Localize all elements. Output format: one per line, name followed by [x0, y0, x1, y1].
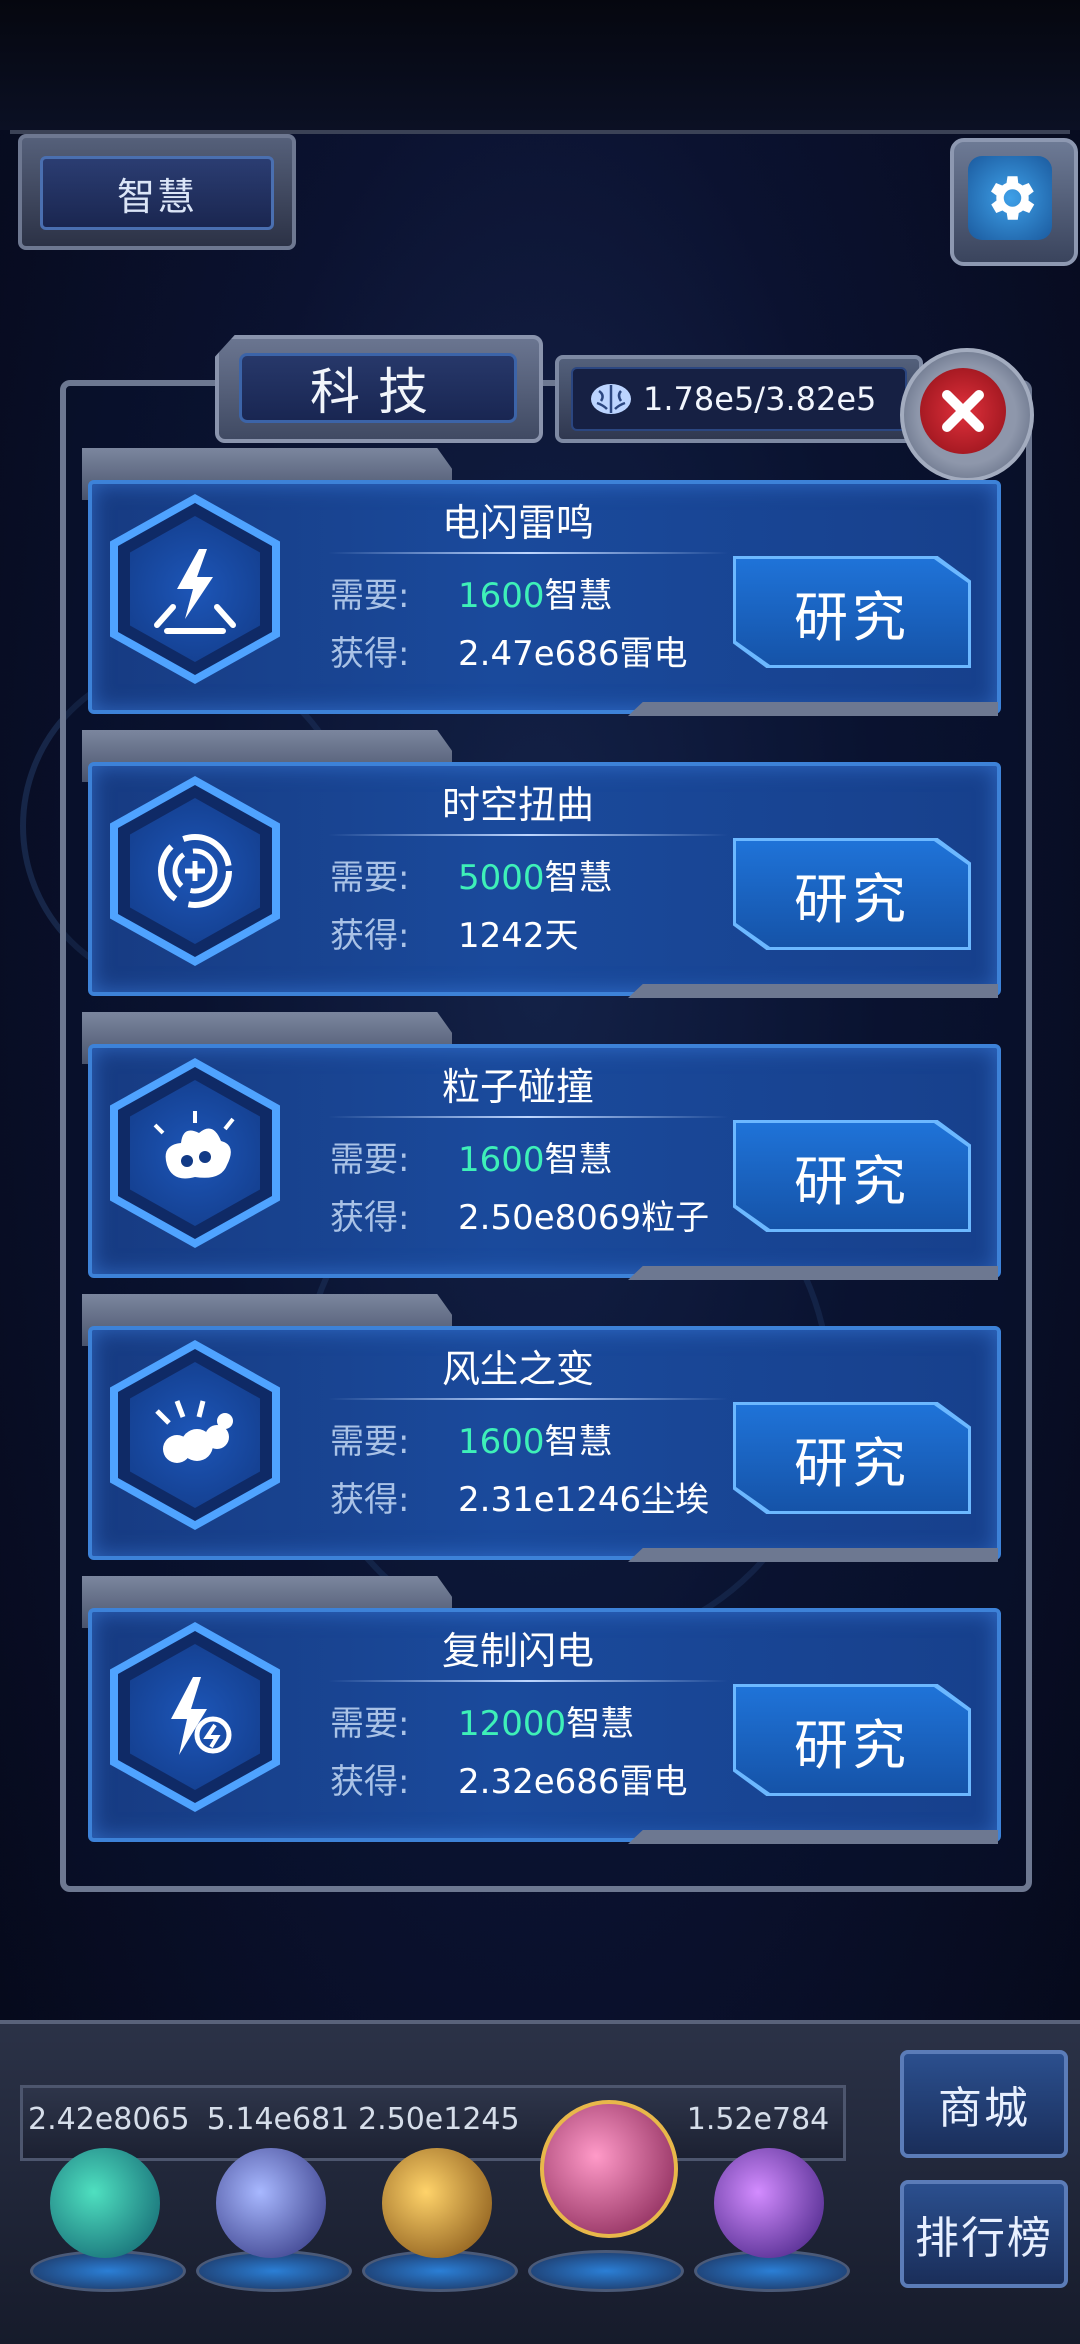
- requirement-label: 需要:: [330, 1140, 410, 1180]
- resource-counter: 1.78e5/3.82e5: [555, 355, 923, 443]
- tech-card: 复制闪电 需要: 12000智慧 获得: 2.32e686雷电 研究: [82, 1576, 1001, 1844]
- research-button[interactable]: 研究: [733, 838, 971, 950]
- resource-stat: 2.42e8065: [28, 2102, 190, 2137]
- brain-icon: [591, 384, 631, 414]
- page-title: 智慧: [40, 156, 274, 230]
- research-button-label: 研究: [794, 1149, 910, 1213]
- tech-name: 粒子碰撞: [441, 1065, 594, 1109]
- reward-value: 1242天: [458, 916, 579, 956]
- close-button[interactable]: [900, 348, 1034, 482]
- requirement-value: 1600智慧: [458, 1422, 613, 1462]
- close-icon: [942, 390, 984, 432]
- lightning-copy-icon: [171, 1677, 232, 1755]
- research-button-label: 研究: [794, 1713, 910, 1777]
- shop-button[interactable]: 商城: [900, 2050, 1068, 2158]
- reward-label: 获得:: [330, 1762, 410, 1802]
- particle-orb-icon[interactable]: [50, 2148, 160, 2258]
- tech-name: 复制闪电: [441, 1629, 594, 1673]
- requirement-label: 需要:: [330, 1422, 410, 1462]
- lightning-orb-icon[interactable]: [216, 2148, 326, 2258]
- page-title-plate: 智慧: [18, 134, 296, 250]
- resource-stat: 5.14e681: [206, 2102, 350, 2137]
- research-button-label: 研究: [794, 867, 910, 931]
- requirement-value: 12000智慧: [458, 1704, 635, 1744]
- requirement-value: 1600智慧: [458, 576, 613, 616]
- resource-stat: 1.52e784: [686, 2102, 830, 2137]
- reward-label: 获得:: [330, 916, 410, 956]
- requirement-label: 需要:: [330, 576, 410, 616]
- reward-value: 2.50e8069粒子: [458, 1198, 710, 1238]
- leaderboard-button-label: 排行榜: [915, 2213, 1053, 2264]
- research-button[interactable]: 研究: [733, 1120, 971, 1232]
- research-button[interactable]: 研究: [733, 556, 971, 668]
- vortex-icon: [158, 834, 232, 908]
- lightning-burst-icon: [154, 549, 236, 634]
- tab-tech-label: 科技: [239, 353, 517, 423]
- research-button[interactable]: 研究: [733, 1684, 971, 1796]
- dust-cloud-icon: [155, 1400, 233, 1463]
- shop-button-label: 商城: [938, 2083, 1030, 2134]
- reward-label: 获得:: [330, 634, 410, 674]
- resource-stat: 2.50e1245: [358, 2102, 520, 2137]
- dust-orb-icon[interactable]: [382, 2148, 492, 2258]
- tech-card: 风尘之变 需要: 1600智慧 获得: 2.31e1246尘埃 研究: [82, 1294, 1001, 1562]
- settings-button[interactable]: [950, 138, 1078, 266]
- tech-name: 风尘之变: [441, 1347, 594, 1391]
- leaderboard-button[interactable]: 排行榜: [900, 2180, 1068, 2288]
- reward-value: 2.32e686雷电: [458, 1762, 688, 1802]
- reward-value: 2.31e1246尘埃: [458, 1480, 710, 1520]
- tech-name: 电闪雷鸣: [441, 501, 594, 545]
- tech-card: 时空扭曲 需要: 5000智慧 获得: 1242天 研究: [82, 730, 1001, 998]
- research-button-label: 研究: [794, 585, 910, 649]
- tech-card: 电闪雷鸣 需要: 1600智慧 获得: 2.47e686雷电 研究: [82, 448, 1001, 716]
- gear-icon: [991, 176, 1035, 220]
- tech-name: 时空扭曲: [441, 783, 594, 827]
- requirement-value: 1600智慧: [458, 1140, 613, 1180]
- particle-explosion-icon: [153, 1111, 235, 1179]
- research-button[interactable]: 研究: [733, 1402, 971, 1514]
- research-button-label: 研究: [794, 1431, 910, 1495]
- reward-value: 2.47e686雷电: [458, 634, 688, 674]
- time-orb-icon[interactable]: [714, 2148, 824, 2258]
- requirement-value: 5000智慧: [458, 858, 613, 898]
- reward-label: 获得:: [330, 1198, 410, 1238]
- resource-value: 1.78e5/3.82e5: [643, 380, 877, 418]
- requirement-label: 需要:: [330, 858, 410, 898]
- tab-tech[interactable]: 科技: [215, 335, 543, 443]
- requirement-label: 需要:: [330, 1704, 410, 1744]
- status-bar-area: [0, 0, 1080, 130]
- tech-card: 粒子碰撞 需要: 1600智慧 获得: 2.50e8069粒子 研究: [82, 1012, 1001, 1280]
- brain-orb-icon[interactable]: [540, 2100, 678, 2238]
- reward-label: 获得:: [330, 1480, 410, 1520]
